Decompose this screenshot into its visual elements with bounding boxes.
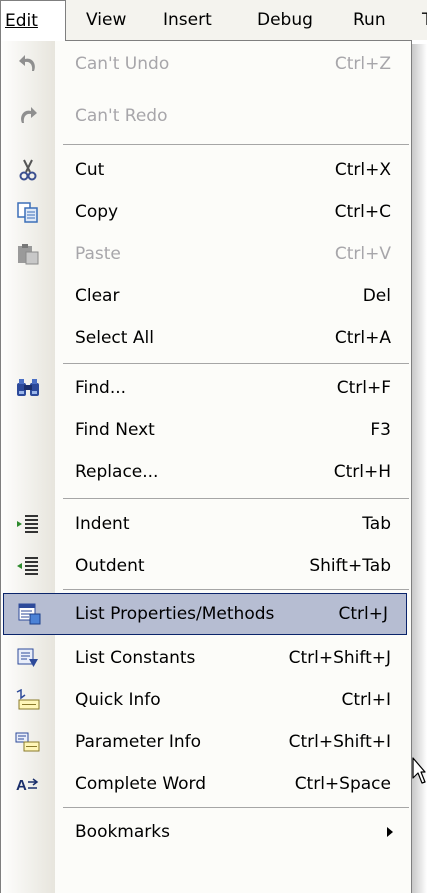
menu-item-shortcut: Tab	[362, 514, 391, 534]
copy-icon	[1, 191, 55, 233]
menu-item-shortcut: Ctrl+X	[334, 160, 391, 180]
menu-item-label: Cut	[75, 160, 105, 180]
menu-item-shortcut: Ctrl+Space	[294, 774, 391, 794]
menu-insert-label: Insert	[163, 10, 212, 30]
indent-icon	[1, 503, 55, 545]
menu-item-label: Can't Undo	[75, 54, 170, 74]
paste-icon	[1, 233, 55, 275]
menu-item-shortcut: Ctrl+Shift+J	[288, 648, 391, 668]
menu-item-shortcut: Ctrl+F	[336, 378, 391, 398]
menu-item-shortcut: Del	[362, 286, 391, 306]
menu-item-shortcut: Ctrl+H	[333, 462, 391, 482]
menu-item-label: Replace...	[75, 462, 159, 482]
redo-icon	[1, 95, 55, 137]
list-properties-icon	[3, 593, 57, 635]
menu-item-label: Complete Word	[75, 774, 207, 794]
menu-item-quick-info[interactable]: Quick Info Ctrl+I	[1, 679, 411, 721]
menu-item-find-next[interactable]: Find Next F3	[1, 409, 411, 451]
outdent-icon	[1, 545, 55, 587]
menu-item-label: Outdent	[75, 556, 145, 576]
menu-item-label: Find Next	[75, 420, 155, 440]
menu-item-shortcut: Ctrl+Shift+I	[288, 732, 391, 752]
menu-item-bookmarks[interactable]: Bookmarks	[1, 811, 411, 853]
menu-separator	[63, 498, 409, 499]
menu-run-label: Run	[353, 10, 386, 30]
menu-item-shortcut: Ctrl+J	[338, 604, 388, 624]
menu-item-paste[interactable]: Paste Ctrl+V	[1, 233, 411, 275]
mouse-cursor-icon	[412, 757, 426, 785]
menu-item-list-constants[interactable]: List Constants Ctrl+Shift+J	[1, 637, 411, 679]
menu-item-label: Can't Redo	[75, 106, 168, 126]
menu-item-label: Clear	[75, 286, 120, 306]
menu-item-label: Paste	[75, 244, 121, 264]
menu-item-cut[interactable]: Cut Ctrl+X	[1, 149, 411, 191]
menu-item-shortcut: Shift+Tab	[309, 556, 391, 576]
menu-item-label: Select All	[75, 328, 154, 348]
complete-word-icon: A	[1, 763, 55, 805]
menu-item-indent[interactable]: Indent Tab	[1, 503, 411, 545]
menu-item-label: Find...	[75, 378, 127, 398]
menu-tools-label: T	[422, 10, 427, 30]
menu-item-list-properties-methods[interactable]: List Properties/Methods Ctrl+J	[3, 593, 407, 635]
menu-item-clear[interactable]: Clear Del	[1, 275, 411, 317]
menu-item-label: Indent	[75, 514, 130, 534]
menu-edit[interactable]: Edit	[0, 0, 66, 41]
menu-item-label: Copy	[75, 202, 119, 222]
menu-item-shortcut: Ctrl+C	[334, 202, 391, 222]
menu-run[interactable]: Run	[349, 0, 390, 40]
quick-info-icon	[1, 679, 55, 721]
list-constants-icon	[1, 637, 55, 679]
menu-item-replace[interactable]: Replace... Ctrl+H	[1, 451, 411, 493]
menu-item-label: List Properties/Methods	[75, 604, 275, 624]
menu-item-shortcut: Ctrl+V	[334, 244, 391, 264]
binoculars-icon	[1, 367, 55, 409]
menu-item-shortcut: Ctrl+Z	[334, 54, 391, 74]
menu-item-outdent[interactable]: Outdent Shift+Tab	[1, 545, 411, 587]
menu-debug-label: Debug	[257, 10, 313, 30]
edit-dropdown-menu: Can't Undo Ctrl+Z Can't Redo Cut Ctrl+X	[0, 40, 412, 893]
menu-item-find[interactable]: Find... Ctrl+F	[1, 367, 411, 409]
menu-item-select-all[interactable]: Select All Ctrl+A	[1, 317, 411, 359]
menu-separator	[63, 589, 409, 590]
menu-edit-label: Edit	[5, 11, 38, 31]
menu-item-label: List Constants	[75, 648, 196, 668]
menu-item-shortcut: Ctrl+A	[334, 328, 391, 348]
menu-item-label: Quick Info	[75, 690, 161, 710]
menu-item-parameter-info[interactable]: Parameter Info Ctrl+Shift+I	[1, 721, 411, 763]
svg-text:A: A	[16, 777, 27, 794]
menu-bar: Edit View Insert Debug Run T	[0, 0, 427, 41]
menu-tools[interactable]: T	[418, 0, 427, 40]
submenu-arrow-icon	[387, 827, 393, 837]
parameter-info-icon	[1, 721, 55, 763]
menu-item-undo[interactable]: Can't Undo Ctrl+Z	[1, 43, 411, 85]
menu-insert[interactable]: Insert	[159, 0, 216, 40]
menu-view-label: View	[86, 10, 127, 30]
menu-item-shortcut: F3	[370, 420, 391, 440]
menu-item-redo[interactable]: Can't Redo	[1, 95, 411, 137]
menu-item-label: Parameter Info	[75, 732, 202, 752]
menu-debug[interactable]: Debug	[253, 0, 317, 40]
menu-separator	[63, 144, 409, 145]
menu-view[interactable]: View	[82, 0, 130, 40]
menu-item-label: Bookmarks	[75, 822, 170, 842]
undo-icon	[1, 43, 55, 85]
menu-separator	[63, 363, 409, 364]
menu-item-shortcut: Ctrl+I	[341, 690, 391, 710]
menu-separator	[63, 807, 409, 808]
scissors-icon	[1, 149, 55, 191]
menu-item-complete-word[interactable]: A Complete Word Ctrl+Space	[1, 763, 411, 805]
menu-item-copy[interactable]: Copy Ctrl+C	[1, 191, 411, 233]
